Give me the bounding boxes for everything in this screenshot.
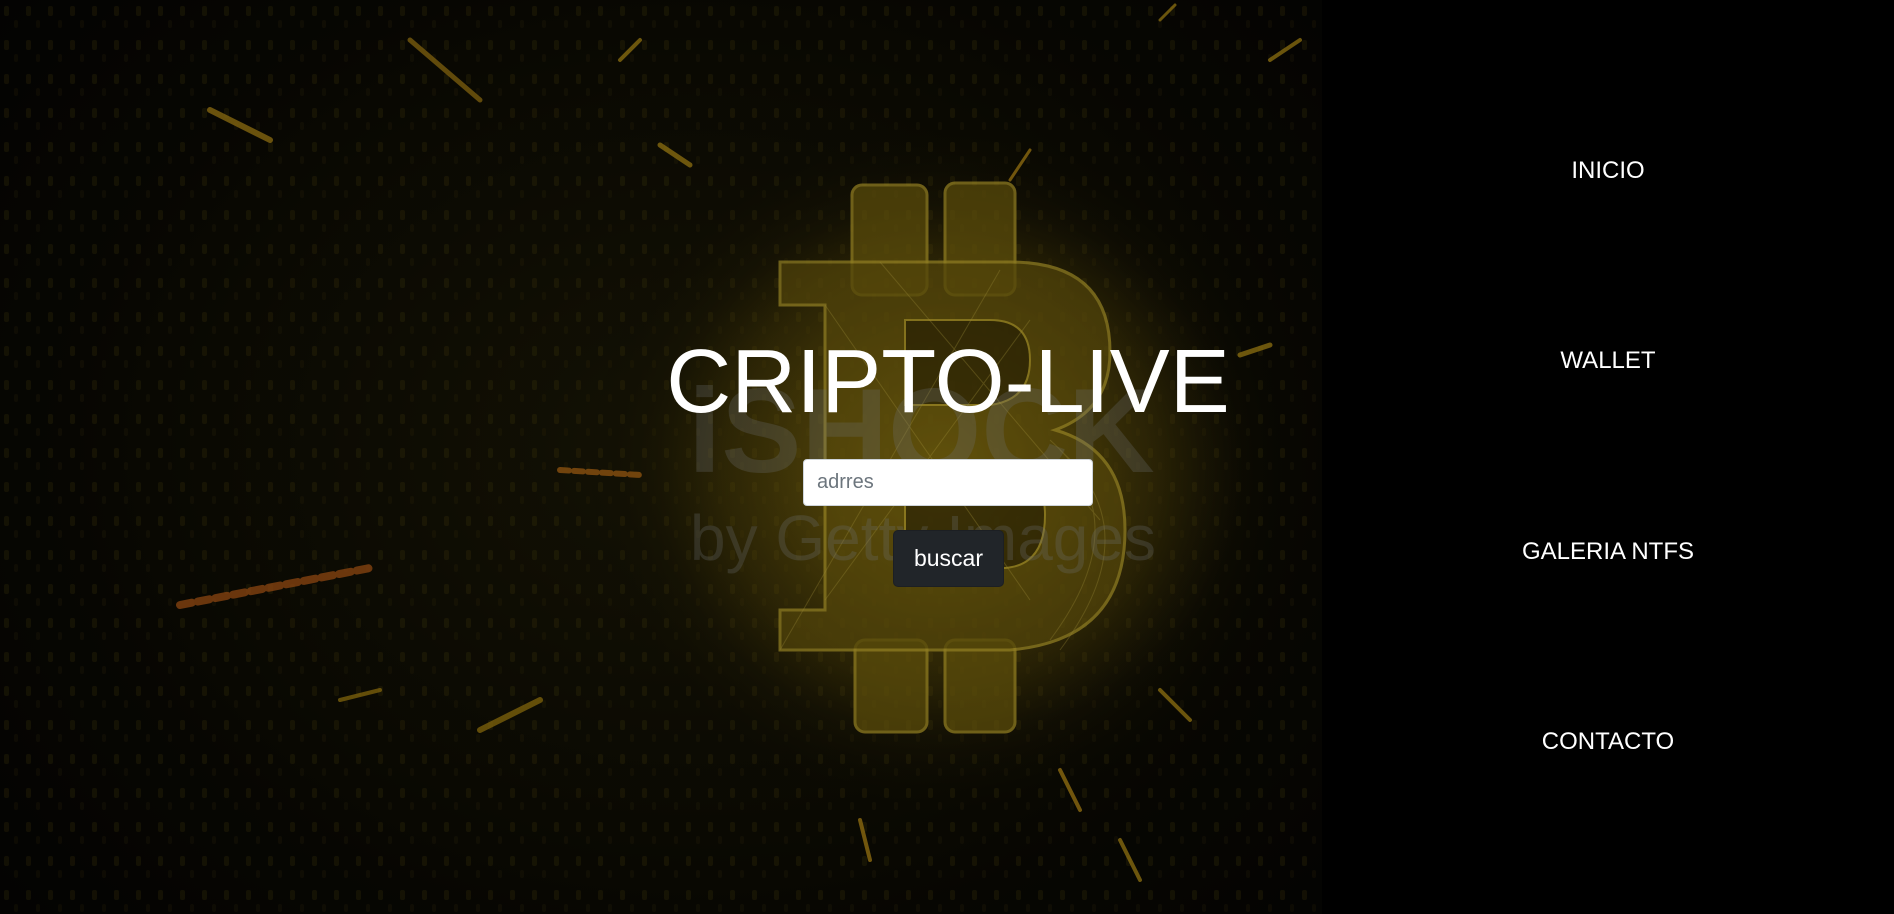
- hero-title-wrapper: CRIPTO-LIVE: [648, 332, 1248, 432]
- search-button[interactable]: buscar: [893, 530, 1004, 587]
- hero-content: CRIPTO-LIVE buscar: [0, 0, 1322, 914]
- nav-item-galeria-ntfs[interactable]: GALERIA NTFS: [1322, 537, 1894, 567]
- address-search-input[interactable]: [803, 459, 1093, 506]
- hero-section: iSHOCK by Getty Images CRIPTO-LIVE busca…: [0, 0, 1322, 914]
- page: iSHOCK by Getty Images CRIPTO-LIVE busca…: [0, 0, 1894, 914]
- sidebar-nav: INICIO WALLET GALERIA NTFS CONTACTO: [1322, 0, 1894, 914]
- nav-item-inicio[interactable]: INICIO: [1322, 156, 1894, 186]
- nav-item-wallet[interactable]: WALLET: [1322, 346, 1894, 376]
- page-title: CRIPTO-LIVE: [666, 332, 1230, 432]
- nav-item-contacto[interactable]: CONTACTO: [1322, 727, 1894, 757]
